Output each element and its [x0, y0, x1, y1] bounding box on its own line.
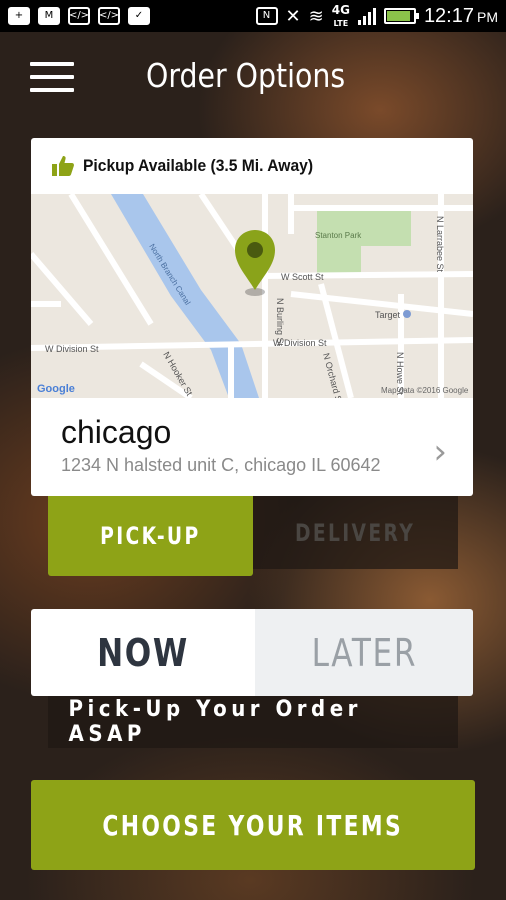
- clock: 12:17 PM: [423, 4, 498, 27]
- battery-icon: [383, 8, 419, 24]
- messenger-icon: ✓: [128, 7, 150, 25]
- add-icon: +: [8, 7, 30, 25]
- thumbs-up-icon: [52, 156, 74, 176]
- google-logo: Google: [37, 383, 75, 395]
- mute-icon: ✕: [285, 5, 301, 27]
- map-street-label: W Division St: [45, 344, 99, 354]
- map-street-label: W Scott St: [281, 272, 324, 282]
- location-name: chicago: [61, 414, 172, 450]
- address-row[interactable]: chicago 1234 N halsted unit C, chicago I…: [31, 398, 473, 496]
- signal-icon: [357, 7, 376, 25]
- code-icon: </>: [98, 7, 120, 25]
- now-button[interactable]: NOW: [31, 609, 255, 696]
- order-time-toggle: NOW LATER: [31, 609, 473, 696]
- availability-row: Pickup Available (3.5 Mi. Away): [31, 138, 473, 194]
- location-card: Pickup Available (3.5 Mi. Away) W Scott …: [31, 138, 473, 496]
- page-title: Order Options: [146, 56, 346, 95]
- location-address: 1234 N halsted unit C, chicago IL 60642: [61, 455, 381, 475]
- pickup-button[interactable]: PICK-UP: [48, 496, 253, 576]
- chevron-right-icon: ›: [433, 432, 447, 472]
- map-poi-label: Target: [375, 310, 401, 320]
- delivery-button[interactable]: DELIVERY: [253, 496, 458, 569]
- gmail-icon: M: [38, 7, 60, 25]
- app-header: Order Options: [0, 32, 506, 122]
- nfc-icon: N: [255, 7, 278, 25]
- map-street-label: N Burling St: [275, 298, 285, 347]
- hamburger-menu-icon[interactable]: [30, 62, 74, 94]
- status-right-icons: N ✕ ≋ 4G LTE 12:17 PM: [255, 3, 498, 28]
- status-bar: + M </> </> ✓ N ✕ ≋ 4G LTE 12:17 PM: [0, 0, 506, 32]
- order-mode-toggle: PICK-UP DELIVERY: [48, 496, 458, 576]
- location-map[interactable]: W Scott St W Division St W Division St N…: [31, 194, 473, 398]
- poi-marker-icon: [403, 310, 411, 318]
- choose-items-button[interactable]: CHOOSE YOUR ITEMS: [31, 780, 475, 870]
- map-attribution: Map data ©2016 Google: [381, 386, 469, 395]
- availability-text: Pickup Available (3.5 Mi. Away): [83, 156, 314, 175]
- status-left-icons: + M </> </> ✓: [8, 7, 150, 25]
- network-label: 4G LTE: [331, 3, 350, 28]
- map-street-label: N Larrabee St: [435, 216, 445, 273]
- later-button[interactable]: LATER: [255, 609, 473, 696]
- code-icon: </>: [68, 7, 90, 25]
- pickup-time-hint: Pick-Up Your Order ASAP: [48, 696, 458, 748]
- map-park-label: Stanton Park: [315, 231, 362, 240]
- wifi-icon: ≋: [308, 5, 324, 27]
